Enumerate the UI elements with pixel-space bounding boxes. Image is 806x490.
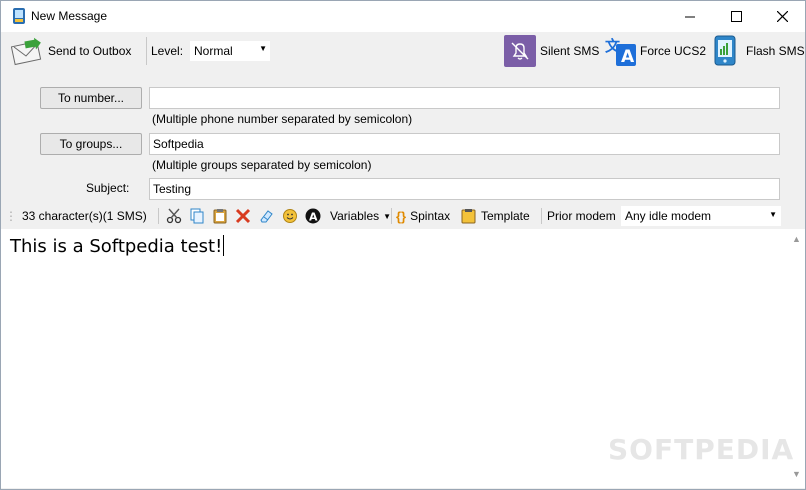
window-title: New Message (31, 9, 108, 23)
flash-sms-label: Flash SMS (746, 44, 805, 58)
translate-icon: A 文 (605, 37, 636, 67)
level-dropdown[interactable]: Normal ▼ (189, 40, 271, 62)
to-groups-hint: (Multiple groups separated by semicolon) (152, 158, 372, 172)
bell-mute-icon (504, 35, 536, 67)
svg-text:A: A (621, 47, 635, 67)
toolbar-separator (146, 37, 147, 65)
emoticon-button[interactable] (282, 204, 298, 228)
minimize-button[interactable] (667, 1, 713, 32)
svg-text:文: 文 (605, 37, 621, 55)
delete-button[interactable] (235, 204, 251, 228)
flash-sms-button[interactable]: Flash SMS (712, 33, 805, 69)
toolbar-separator (391, 208, 392, 224)
braces-icon: {} (396, 208, 407, 224)
text-caret (223, 235, 225, 256)
paste-button[interactable] (212, 204, 228, 228)
dropdown-arrow-icon: ▼ (383, 211, 392, 221)
minimize-icon (685, 16, 695, 17)
copy-icon (190, 208, 204, 224)
prior-modem-value: Any idle modem (625, 209, 712, 223)
dropdown-arrow-icon: ▼ (769, 210, 777, 219)
force-ucs2-label: Force UCS2 (640, 44, 707, 58)
send-to-outbox-button[interactable]: Send to Outbox (11, 33, 131, 69)
app-icon (13, 8, 25, 24)
to-groups-input[interactable]: Softpedia (149, 133, 780, 155)
force-ucs2-button[interactable]: A 文 Force UCS2 (604, 33, 706, 69)
clipboard-icon (213, 209, 227, 224)
copy-button[interactable] (189, 204, 205, 228)
template-label: Template (481, 209, 530, 223)
font-button[interactable]: A (305, 204, 321, 228)
subject-label: Subject: (86, 181, 130, 195)
variables-button[interactable]: Variables ▼ (330, 204, 391, 228)
new-message-window: New Message Send to Outbox Silent SMS A … (0, 0, 806, 490)
close-icon (776, 11, 788, 22)
smiley-icon (283, 209, 297, 223)
envelope-send-icon (11, 37, 42, 66)
delete-x-icon (235, 208, 251, 224)
title-bar: New Message (1, 1, 805, 32)
toolbar-separator (541, 208, 542, 224)
clear-format-button[interactable] (258, 204, 274, 228)
to-number-hint: (Multiple phone number separated by semi… (152, 112, 413, 126)
eraser-icon (260, 210, 273, 223)
to-groups-value: Softpedia (153, 137, 204, 151)
maximize-icon (730, 11, 742, 22)
scissors-icon (166, 208, 182, 224)
spintax-label: Spintax (410, 209, 451, 223)
to-number-input[interactable] (149, 87, 780, 109)
subject-value: Testing (153, 182, 192, 196)
svg-text:A: A (309, 211, 318, 224)
template-button[interactable]: Template (461, 204, 530, 228)
toolbar-grip-icon: ⋮ (5, 209, 17, 223)
toolbar-separator (158, 208, 159, 224)
phone-flash-icon (714, 35, 736, 66)
close-button[interactable] (759, 1, 805, 32)
prior-modem-dropdown[interactable]: Any idle modem ▼ (621, 206, 781, 226)
dropdown-arrow-icon: ▼ (259, 44, 267, 53)
level-label: Level: (151, 44, 184, 58)
font-a-icon: A (305, 208, 321, 224)
send-to-outbox-label: Send to Outbox (48, 44, 132, 58)
scroll-down-arrow-icon[interactable]: ▼ (792, 469, 801, 479)
silent-sms-button[interactable]: Silent SMS (504, 33, 599, 69)
cut-button[interactable] (166, 204, 182, 228)
scroll-up-arrow-icon[interactable]: ▲ (792, 234, 801, 244)
spintax-button[interactable]: {} Spintax (396, 204, 450, 228)
maximize-button[interactable] (713, 1, 759, 32)
level-value: Normal (194, 44, 233, 58)
subject-input[interactable]: Testing (149, 178, 780, 200)
character-count: 33 character(s)(1 SMS) (22, 209, 147, 223)
main-toolbar: Send to Outbox Silent SMS A 文 Force UCS2 (1, 33, 805, 69)
prior-modem-label: Prior modem (547, 209, 616, 223)
softpedia-watermark: SOFTPEDIA (608, 433, 795, 466)
to-groups-button[interactable]: To groups... (40, 133, 142, 155)
variables-label: Variables (330, 209, 380, 223)
to-number-button[interactable]: To number... (40, 87, 142, 109)
silent-sms-label: Silent SMS (540, 44, 600, 58)
message-body-text: This is a Softpedia test! (10, 236, 223, 257)
template-clipboard-icon (461, 209, 476, 224)
